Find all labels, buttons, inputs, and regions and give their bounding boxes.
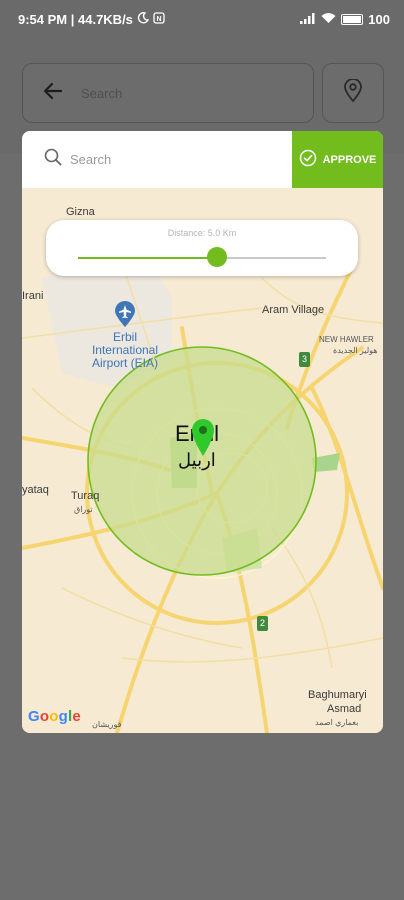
dialog-toolbar: Search APPROVE bbox=[22, 131, 383, 188]
map-label-turaq: Turaq bbox=[71, 490, 100, 502]
map-label-gizna: Gizna bbox=[66, 206, 95, 218]
map-label-turaq-ar: توراق bbox=[74, 505, 93, 514]
search-icon bbox=[44, 148, 62, 171]
wifi-icon bbox=[321, 12, 336, 27]
battery-level: 100 bbox=[368, 11, 390, 27]
approve-label: APPROVE bbox=[322, 153, 377, 166]
status-time: 9:54 PM | 44.7KB/s bbox=[18, 11, 133, 27]
status-bar: 9:54 PM | 44.7KB/s N 100 bbox=[0, 0, 404, 38]
map-view[interactable]: Distance: 5.0 Km Gizna Irani Erbil Inter… bbox=[22, 188, 383, 733]
background-location-button[interactable] bbox=[322, 63, 384, 123]
route-badge: 3 bbox=[299, 352, 310, 367]
distance-slider[interactable] bbox=[78, 247, 326, 267]
map-label-airport: Erbil International Airport (EIA) bbox=[91, 330, 159, 370]
location-pin-icon bbox=[343, 77, 363, 108]
check-circle-icon bbox=[299, 149, 317, 170]
moon-icon bbox=[137, 11, 150, 27]
battery-icon bbox=[341, 13, 364, 25]
background-search-placeholder: Search bbox=[81, 85, 123, 101]
map-label-baghumaryi: Baghumaryi bbox=[308, 689, 367, 701]
map-label-qurayshan: قوريشان bbox=[92, 720, 122, 729]
map-label-new-hawler-ar: هولير الجديدة bbox=[333, 346, 378, 355]
map-label-aram-village: Aram Village bbox=[262, 304, 325, 316]
distance-label: Distance: 5.0 Km bbox=[167, 228, 237, 238]
map-label-asmad: Asmad bbox=[327, 703, 362, 715]
map-label-asmad-ar: بغماري اصمد bbox=[315, 718, 359, 727]
map-label-new-hawler: NEW HAWLER bbox=[319, 335, 374, 344]
nfc-icon: N bbox=[153, 11, 165, 27]
route-badge: 2 bbox=[257, 616, 268, 631]
map-label-irani: Irani bbox=[22, 290, 44, 302]
distance-slider-thumb[interactable] bbox=[206, 247, 227, 267]
approve-button[interactable]: APPROVE bbox=[292, 131, 383, 188]
arrow-left-icon[interactable] bbox=[43, 80, 67, 106]
dialog-search-placeholder: Search bbox=[70, 152, 112, 167]
map-label-yataq: yataq bbox=[22, 484, 49, 496]
background-search-bar[interactable]: Search bbox=[22, 63, 314, 123]
distance-slider-fill bbox=[78, 257, 217, 259]
distance-card: Distance: 5.0 Km bbox=[46, 220, 358, 276]
signal-icon bbox=[300, 12, 316, 27]
location-picker-dialog: Search APPROVE Distance: 5.0 Km Gizna Ir… bbox=[22, 131, 383, 733]
svg-text:N: N bbox=[156, 16, 161, 23]
dialog-search-field[interactable]: Search bbox=[22, 131, 292, 188]
google-logo: Google bbox=[28, 708, 81, 725]
